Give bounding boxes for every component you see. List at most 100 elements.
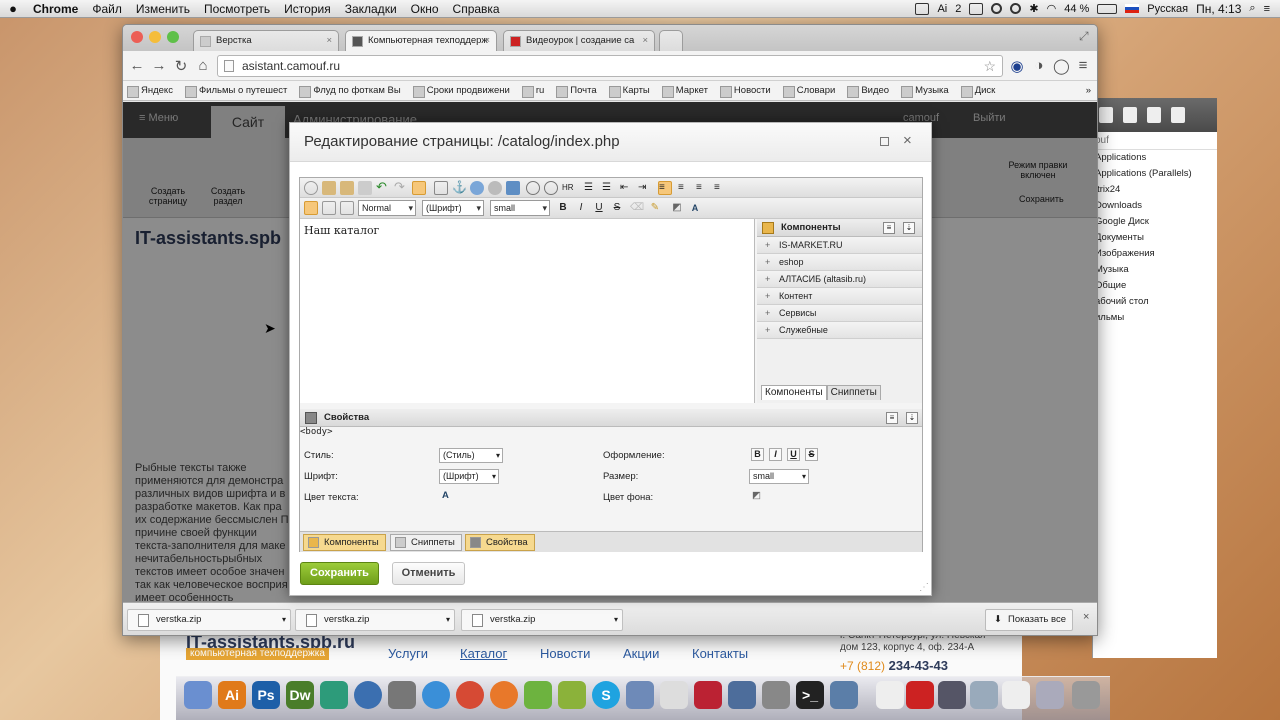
bottom-tab-components[interactable]: Компоненты: [303, 534, 386, 551]
component-group[interactable]: Служебные: [757, 322, 922, 339]
extension-icon[interactable]: ◉: [1009, 57, 1025, 75]
align-center-icon[interactable]: ≡: [678, 181, 692, 195]
align-right-icon[interactable]: ≡: [696, 181, 710, 195]
site-nav-promos[interactable]: Акции: [623, 646, 659, 661]
panel-menu-icon[interactable]: ≡: [883, 222, 895, 234]
finder-item[interactable]: абочий стол: [1093, 294, 1217, 310]
address-bar[interactable]: asistant.camouf.ru ☆: [217, 54, 1003, 77]
outdent-icon[interactable]: ⇤: [620, 181, 634, 195]
android-dock-icon[interactable]: [558, 681, 586, 709]
finder-item[interactable]: itrix24: [1093, 182, 1217, 198]
view-split-icon[interactable]: [340, 201, 354, 215]
component-group[interactable]: IS-MARKET.RU: [757, 237, 922, 254]
link-icon[interactable]: [470, 181, 484, 195]
menu-history[interactable]: История: [277, 2, 338, 16]
bookmark-item[interactable]: Маркет: [658, 85, 716, 98]
menu-edit[interactable]: Изменить: [129, 2, 197, 16]
extension-2-icon[interactable]: ◑: [1031, 57, 1047, 74]
home-icon[interactable]: [1099, 107, 1113, 123]
finder-item[interactable]: Google Диск: [1093, 214, 1217, 230]
forward-icon[interactable]: →: [151, 57, 167, 74]
chrome-dock-icon[interactable]: [456, 681, 484, 709]
safari-dock-icon[interactable]: [422, 681, 450, 709]
menu-app-name[interactable]: Chrome: [26, 2, 85, 16]
strikethrough-button[interactable]: S: [610, 201, 624, 215]
downloads-stack-dock-icon[interactable]: [1002, 681, 1030, 709]
component-group[interactable]: eshop: [757, 254, 922, 271]
finder-item[interactable]: Изображения: [1093, 246, 1217, 262]
new-tab-button[interactable]: [659, 30, 683, 51]
bookmark-star-icon[interactable]: ☆: [983, 56, 996, 76]
save-template-icon[interactable]: [340, 181, 354, 195]
bookmark-item[interactable]: Диск: [957, 85, 1004, 98]
prop-style-select[interactable]: (Стиль): [439, 448, 503, 463]
menu-bookmarks[interactable]: Закладки: [338, 2, 404, 16]
textedit-dock-icon[interactable]: [660, 681, 688, 709]
utilities-dock-icon[interactable]: [762, 681, 790, 709]
reload-icon[interactable]: ↻: [173, 57, 189, 75]
preview-dock-icon[interactable]: [626, 681, 654, 709]
tab-verstka[interactable]: Верстка ×: [193, 30, 339, 51]
bookmark-item[interactable]: Музыка: [897, 85, 957, 98]
align-left-icon[interactable]: ≡: [658, 181, 672, 195]
photos-dock-icon[interactable]: [938, 681, 966, 709]
unlink-icon[interactable]: [488, 181, 502, 195]
illustrator-dock-icon[interactable]: Ai: [218, 681, 246, 709]
bookmark-item[interactable]: Карты: [605, 85, 658, 98]
finder-item[interactable]: Applications (Parallels): [1093, 166, 1217, 182]
settings-icon[interactable]: [304, 181, 318, 195]
underline-button[interactable]: U: [592, 201, 606, 215]
page-properties-icon[interactable]: [322, 181, 336, 195]
screen-dock-icon[interactable]: [728, 681, 756, 709]
tab-close-icon[interactable]: ×: [642, 31, 648, 51]
russian-flag-icon[interactable]: [1125, 4, 1140, 13]
close-icon[interactable]: ×: [903, 132, 912, 149]
spotlight-icon[interactable]: ⌕: [1249, 2, 1255, 15]
panel-collapse-icon[interactable]: ⇣: [906, 412, 918, 424]
extension-3-icon[interactable]: ◯: [1053, 57, 1070, 75]
align-justify-icon[interactable]: ≡: [714, 181, 728, 195]
panel-collapse-icon[interactable]: ⇣: [903, 222, 915, 234]
finder-item[interactable]: Документы: [1093, 230, 1217, 246]
background-color-icon[interactable]: ◩: [670, 201, 684, 215]
parallels-dock-icon[interactable]: [694, 681, 722, 709]
finder-item[interactable]: ильмы: [1093, 310, 1217, 326]
site-nav-catalog[interactable]: Каталог: [460, 646, 507, 661]
adobe-icon[interactable]: Ai: [937, 3, 947, 15]
input-language[interactable]: Русская: [1147, 3, 1188, 15]
tab-techsupport[interactable]: Компьютерная техподдерж ×: [345, 30, 497, 51]
skype-dock-icon[interactable]: S: [592, 681, 620, 709]
clean-format-icon[interactable]: ✎: [648, 201, 662, 215]
acrobat-dock-icon[interactable]: [906, 681, 934, 709]
menu-view[interactable]: Посмотреть: [197, 2, 277, 16]
maximize-icon[interactable]: [880, 137, 889, 146]
indent-icon[interactable]: ⇥: [638, 181, 652, 195]
cancel-button[interactable]: Отменить: [392, 562, 465, 585]
battery-icon[interactable]: [1097, 3, 1118, 14]
stack-dock-icon[interactable]: [1036, 681, 1064, 709]
editor-content-area[interactable]: Наш каталог: [300, 219, 755, 403]
horizontal-rule-icon[interactable]: HR: [562, 181, 576, 195]
notes-icon[interactable]: [1147, 107, 1161, 123]
documents-icon[interactable]: [1123, 107, 1137, 123]
chevron-down-icon[interactable]: ▾: [282, 610, 286, 630]
time-machine-icon[interactable]: [1010, 3, 1022, 14]
image-icon[interactable]: [506, 181, 520, 195]
paste-icon[interactable]: [358, 181, 372, 195]
dashboard-dock-icon[interactable]: [830, 681, 858, 709]
bookmark-item[interactable]: Почта: [552, 85, 604, 98]
special-char-icon[interactable]: [526, 181, 540, 195]
eraser-icon[interactable]: ⌫: [630, 201, 644, 215]
home-icon[interactable]: ⌂: [195, 57, 211, 74]
text-color-icon[interactable]: A: [688, 201, 702, 215]
download-item[interactable]: verstka.zip ▾: [295, 609, 455, 631]
ordered-list-icon[interactable]: ☰: [584, 181, 598, 195]
close-downloads-icon[interactable]: ×: [1083, 611, 1089, 623]
redo-icon[interactable]: ↷: [394, 180, 408, 195]
tab-close-icon[interactable]: ×: [326, 31, 332, 51]
folder-dock-icon[interactable]: [970, 681, 998, 709]
bg-color-picker-icon[interactable]: ◩: [752, 490, 761, 501]
bookmark-item[interactable]: Сроки продвижени: [409, 85, 518, 98]
finder-item[interactable]: Applications: [1093, 150, 1217, 166]
prop-underline-button[interactable]: U: [787, 448, 800, 461]
